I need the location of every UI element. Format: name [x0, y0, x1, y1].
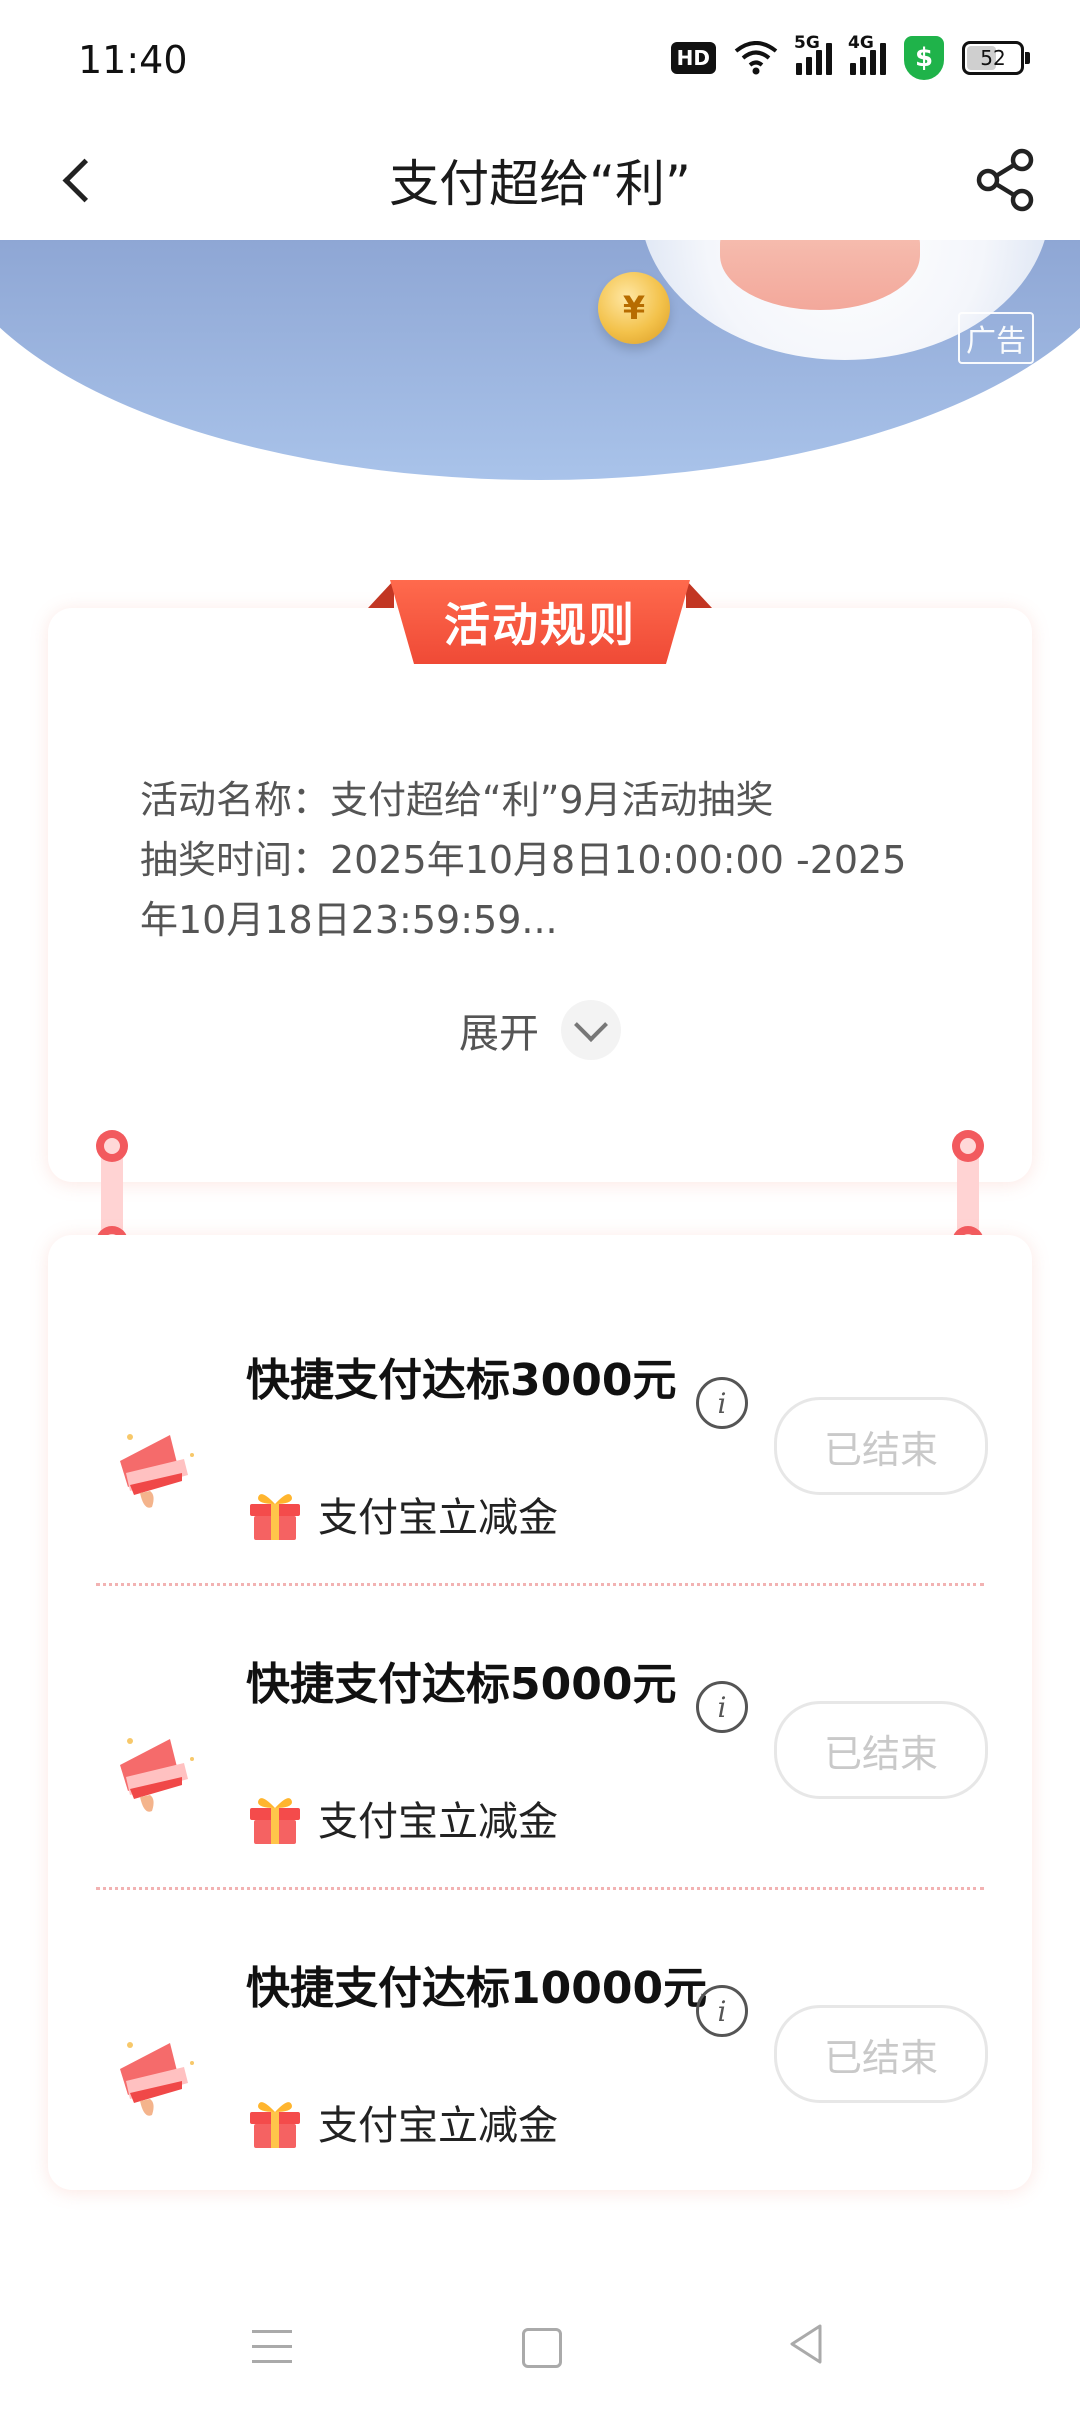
ended-button[interactable]: 已结束 [774, 1701, 988, 1799]
ribbon-fold-left [368, 580, 394, 608]
info-icon[interactable]: i [696, 1985, 748, 2037]
divider [96, 1887, 984, 1890]
signal-4g-icon: 4G [848, 33, 886, 75]
task-item: 快捷支付达标3000元 i 支付宝立减金 已结束 [48, 1315, 1032, 1615]
rules-text: 活动名称：支付超给“利”9月活动抽奖 抽奖时间：2025年10月8日10:00:… [140, 770, 940, 950]
draw-time: 抽奖时间：2025年10月8日10:00:00 -2025年10月18日23:5… [140, 838, 907, 942]
system-navigation-bar [0, 2290, 1080, 2410]
signal-5g-label: 5G [794, 33, 820, 53]
reward-label: 支付宝立减金 [318, 1495, 558, 1541]
info-icon[interactable]: i [696, 1377, 748, 1429]
connector-left [96, 1130, 128, 1258]
home-icon[interactable] [522, 2328, 562, 2368]
battery-level: 52 [980, 46, 1006, 70]
tasks-card: 快捷支付达标3000元 i 支付宝立减金 已结束 快捷支付达标5000元 i 支… [48, 1235, 1032, 2190]
reward-row: 支付宝立减金 [246, 1789, 558, 1847]
reward-row: 支付宝立减金 [246, 1485, 558, 1543]
reward-row: 支付宝立减金 [246, 2093, 558, 2151]
back-triangle-icon[interactable] [786, 2322, 826, 2366]
gift-icon [250, 2102, 300, 2148]
rules-ribbon: 活动规则 [368, 580, 712, 664]
ended-button[interactable]: 已结束 [774, 2005, 988, 2103]
divider [96, 1583, 984, 1586]
rules-title: 活动规则 [390, 580, 690, 664]
task-title: 快捷支付达标10000元 [246, 1963, 708, 2014]
expand-label[interactable]: 展开 [459, 1001, 539, 1059]
connector-knob [952, 1130, 984, 1162]
status-bar: 11:40 HD 5G 4G $ 52 [0, 0, 1080, 120]
status-icons: HD 5G 4G $ 52 [670, 33, 1030, 80]
status-time: 11:40 [78, 38, 188, 82]
ribbon-fold-right [686, 580, 712, 608]
ended-button[interactable]: 已结束 [774, 1397, 988, 1495]
payment-card-icon [120, 2042, 194, 2116]
gift-icon [250, 1494, 300, 1540]
hd-voice-icon: HD [670, 42, 716, 74]
payment-card-icon [120, 1738, 194, 1812]
page-title: 支付超给“利” [389, 155, 691, 213]
expand-toggle[interactable]: 展开 [0, 1000, 1080, 1060]
task-item: 快捷支付达标5000元 i 支付宝立减金 已结束 [48, 1619, 1032, 1919]
wifi-icon [734, 41, 778, 75]
activity-name: 活动名称：支付超给“利”9月活动抽奖 [140, 778, 774, 822]
payment-card-icon [120, 1434, 194, 1508]
reward-label: 支付宝立减金 [318, 2103, 558, 2149]
connector-knob [96, 1130, 128, 1162]
navigation-bar: 支付超给“利” [0, 120, 1080, 240]
security-shield-icon: $ [904, 36, 944, 80]
battery-icon: 52 [962, 41, 1030, 75]
task-title: 快捷支付达标3000元 [246, 1355, 677, 1406]
reward-label: 支付宝立减金 [318, 1799, 558, 1845]
menu-icon[interactable] [252, 2330, 292, 2366]
ad-label: 广告 [958, 312, 1034, 364]
yuan-coin-icon: ¥ [598, 272, 670, 344]
signal-5g-icon: 5G [794, 33, 832, 75]
signal-4g-label: 4G [848, 33, 874, 53]
gift-icon [250, 1798, 300, 1844]
share-icon[interactable] [966, 140, 1046, 220]
promo-banner[interactable]: ¥ 广告 [0, 240, 1080, 480]
task-item: 快捷支付达标10000元 i 支付宝立减金 已结束 [48, 1923, 1032, 2223]
connector-right [952, 1130, 984, 1258]
chevron-down-icon[interactable] [561, 1000, 621, 1060]
info-icon[interactable]: i [696, 1681, 748, 1733]
task-title: 快捷支付达标5000元 [246, 1659, 677, 1710]
